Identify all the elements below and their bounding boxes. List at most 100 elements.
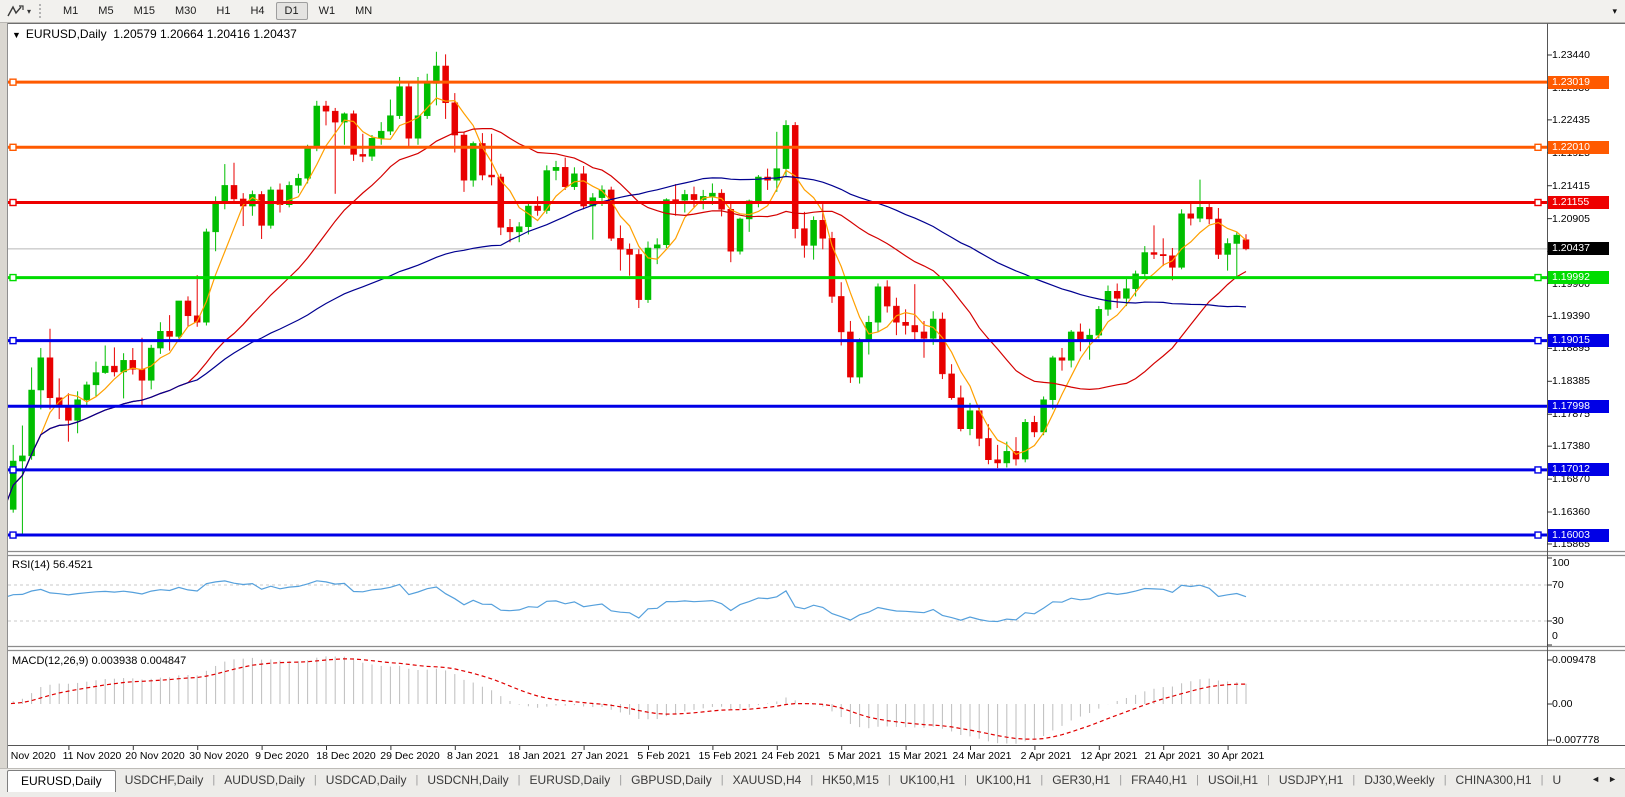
candle-body [268,190,274,226]
hline-handle [1535,532,1541,538]
candle-body [1234,235,1240,243]
timeframe-button-M1[interactable]: M1 [54,2,87,20]
chart-tab-CHINA300-H1[interactable]: CHINA300,H1 [1447,769,1541,792]
timeframe-button-M30[interactable]: M30 [166,2,205,20]
candle-body [847,332,853,377]
date-label: 9 Dec 2020 [255,750,309,762]
date-label: 11 Nov 2020 [63,750,122,762]
candle-body [305,148,311,178]
candle-body [949,374,955,398]
tab-scroll-left-button[interactable]: ◄ [1591,774,1600,784]
price-level-badge-1.23019: 1.23019 [1548,76,1609,89]
candle-body [1041,400,1047,432]
date-label: 30 Apr 2021 [1208,750,1265,762]
price-axis-label: 1.20905 [1552,213,1590,225]
candle-body [1243,240,1249,249]
macd-label: MACD(12,26,9) 0.003938 0.004847 [12,655,186,667]
candle-body [1151,253,1157,255]
main-chart[interactable] [0,0,1625,796]
chart-tab-EURUSD-Daily[interactable]: EURUSD,Daily [7,770,116,792]
price-axis-label: 1.17380 [1552,440,1590,452]
candle-body [1059,358,1065,361]
candle-body [1050,358,1056,400]
candle-body [19,456,25,461]
chart-tab-USOil-H1[interactable]: USOil,H1 [1199,769,1267,792]
toolbar-overflow-icon[interactable]: ▾ [1612,6,1625,17]
chart-tab-USDCNH-Daily[interactable]: USDCNH,Daily [418,769,517,792]
chart-tab-U[interactable]: U [1543,769,1570,792]
date-label: 2 Apr 2021 [1021,750,1072,762]
candle-body [65,406,71,420]
chart-tab-EURUSD-Daily[interactable]: EURUSD,Daily [521,769,620,792]
price-axis-label: 1.16360 [1552,506,1590,518]
candle-body [673,200,679,201]
timeframe-button-MN[interactable]: MN [346,2,381,20]
candle-body [921,332,927,338]
hline-handle [10,532,16,538]
timeframe-button-W1[interactable]: W1 [310,2,345,20]
candle-body [406,87,412,139]
price-level-badge-1.17998: 1.17998 [1548,400,1609,413]
chart-tab-FRA40-H1[interactable]: FRA40,H1 [1122,769,1196,792]
timeframe-button-H1[interactable]: H1 [207,2,239,20]
candle-body [958,398,964,429]
chart-tab-USDCAD-Daily[interactable]: USDCAD,Daily [317,769,416,792]
timeframe-button-M5[interactable]: M5 [89,2,122,20]
hline-handle [10,199,16,205]
rsi-label: RSI(14) 56.4521 [12,559,93,571]
candle-body [1096,309,1102,335]
hline-handle [1535,338,1541,344]
date-label: 8 Jan 2021 [447,750,499,762]
tab-scroll-right-button[interactable]: ► [1608,774,1617,784]
chart-tools-button[interactable]: ▾ [0,4,33,19]
price-level-badge-1.22010: 1.22010 [1548,141,1609,154]
candle-body [38,358,44,390]
chevron-down-icon[interactable]: ▾ [27,7,31,16]
chart-tab-XAUUSD-H4[interactable]: XAUUSD,H4 [724,769,811,792]
chart-tab-UK100-H1[interactable]: UK100,H1 [891,769,964,792]
hline-handle [1535,144,1541,150]
chart-tab-USDJPY-H1[interactable]: USDJPY,H1 [1270,769,1352,792]
timeframe-button-H4[interactable]: H4 [241,2,273,20]
candle-body [903,322,909,325]
hline-handle [10,275,16,281]
candle-body [985,438,991,459]
hline-handle [10,79,16,85]
candle-body [1133,274,1139,289]
collapse-arrow-icon[interactable]: ▼ [12,30,21,40]
candle-body [29,390,35,456]
candle-body [387,116,393,131]
chart-tab-GBPUSD-Daily[interactable]: GBPUSD,Daily [622,769,721,792]
hline-handle [10,467,16,473]
date-label: 21 Apr 2021 [1145,750,1202,762]
candle-body [1123,289,1129,299]
candle-body [728,209,734,251]
date-label: 5 Feb 2021 [637,750,690,762]
hline-handle [1535,275,1541,281]
hline-handle [10,338,16,344]
toolbar-grip[interactable] [39,4,45,18]
macd-axis-label: 0.009478 [1552,654,1596,666]
date-label: 18 Jan 2021 [508,750,566,762]
timeframe-button-D1[interactable]: D1 [276,2,308,20]
candle-body [1114,291,1120,298]
chart-tab-USDCHF-Daily[interactable]: USDCHF,Daily [116,769,213,792]
candle-body [1188,214,1194,219]
chart-tab-UK100-H1[interactable]: UK100,H1 [967,769,1040,792]
candle-body [378,131,384,138]
date-label: 29 Dec 2020 [380,750,440,762]
chart-tab-GER30-H1[interactable]: GER30,H1 [1043,769,1119,792]
candle-body [1142,253,1148,274]
candle-body [314,106,320,148]
candle-body [627,249,633,254]
chart-tab-DJ30-Weekly[interactable]: DJ30,Weekly [1355,769,1443,792]
price-level-badge-1.21155: 1.21155 [1548,196,1609,209]
date-label: 24 Feb 2021 [762,750,821,762]
chart-tab-AUDUSD-Daily[interactable]: AUDUSD,Daily [215,769,314,792]
chart-tab-HK50-M15[interactable]: HK50,M15 [813,769,888,792]
candle-body [535,206,541,211]
candle-body [185,301,191,316]
hline-handle [10,144,16,150]
timeframe-button-M15[interactable]: M15 [125,2,164,20]
hline-handle [1535,199,1541,205]
